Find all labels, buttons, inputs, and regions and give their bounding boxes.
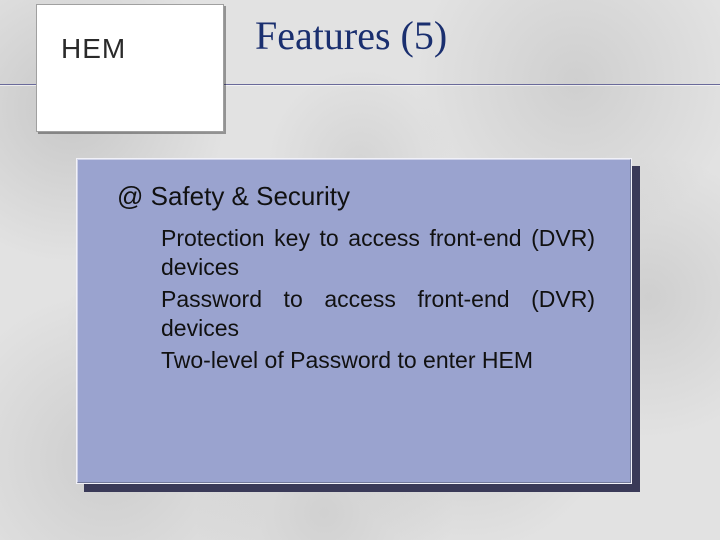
list-item: Protection key to access front-end (DVR)… <box>161 224 595 283</box>
section-heading: @ Safety & Security <box>117 181 603 212</box>
list-item: Password to access front-end (DVR) devic… <box>161 285 595 344</box>
list-item: Two-level of Password to enter HEM <box>161 346 595 375</box>
logo-text: HEM <box>61 33 126 65</box>
slide-title: Features (5) <box>255 12 447 59</box>
content-panel: @ Safety & Security Protection key to ac… <box>76 158 632 484</box>
logo-box: HEM <box>36 4 224 132</box>
bullet-list: Protection key to access front-end (DVR)… <box>117 224 603 375</box>
